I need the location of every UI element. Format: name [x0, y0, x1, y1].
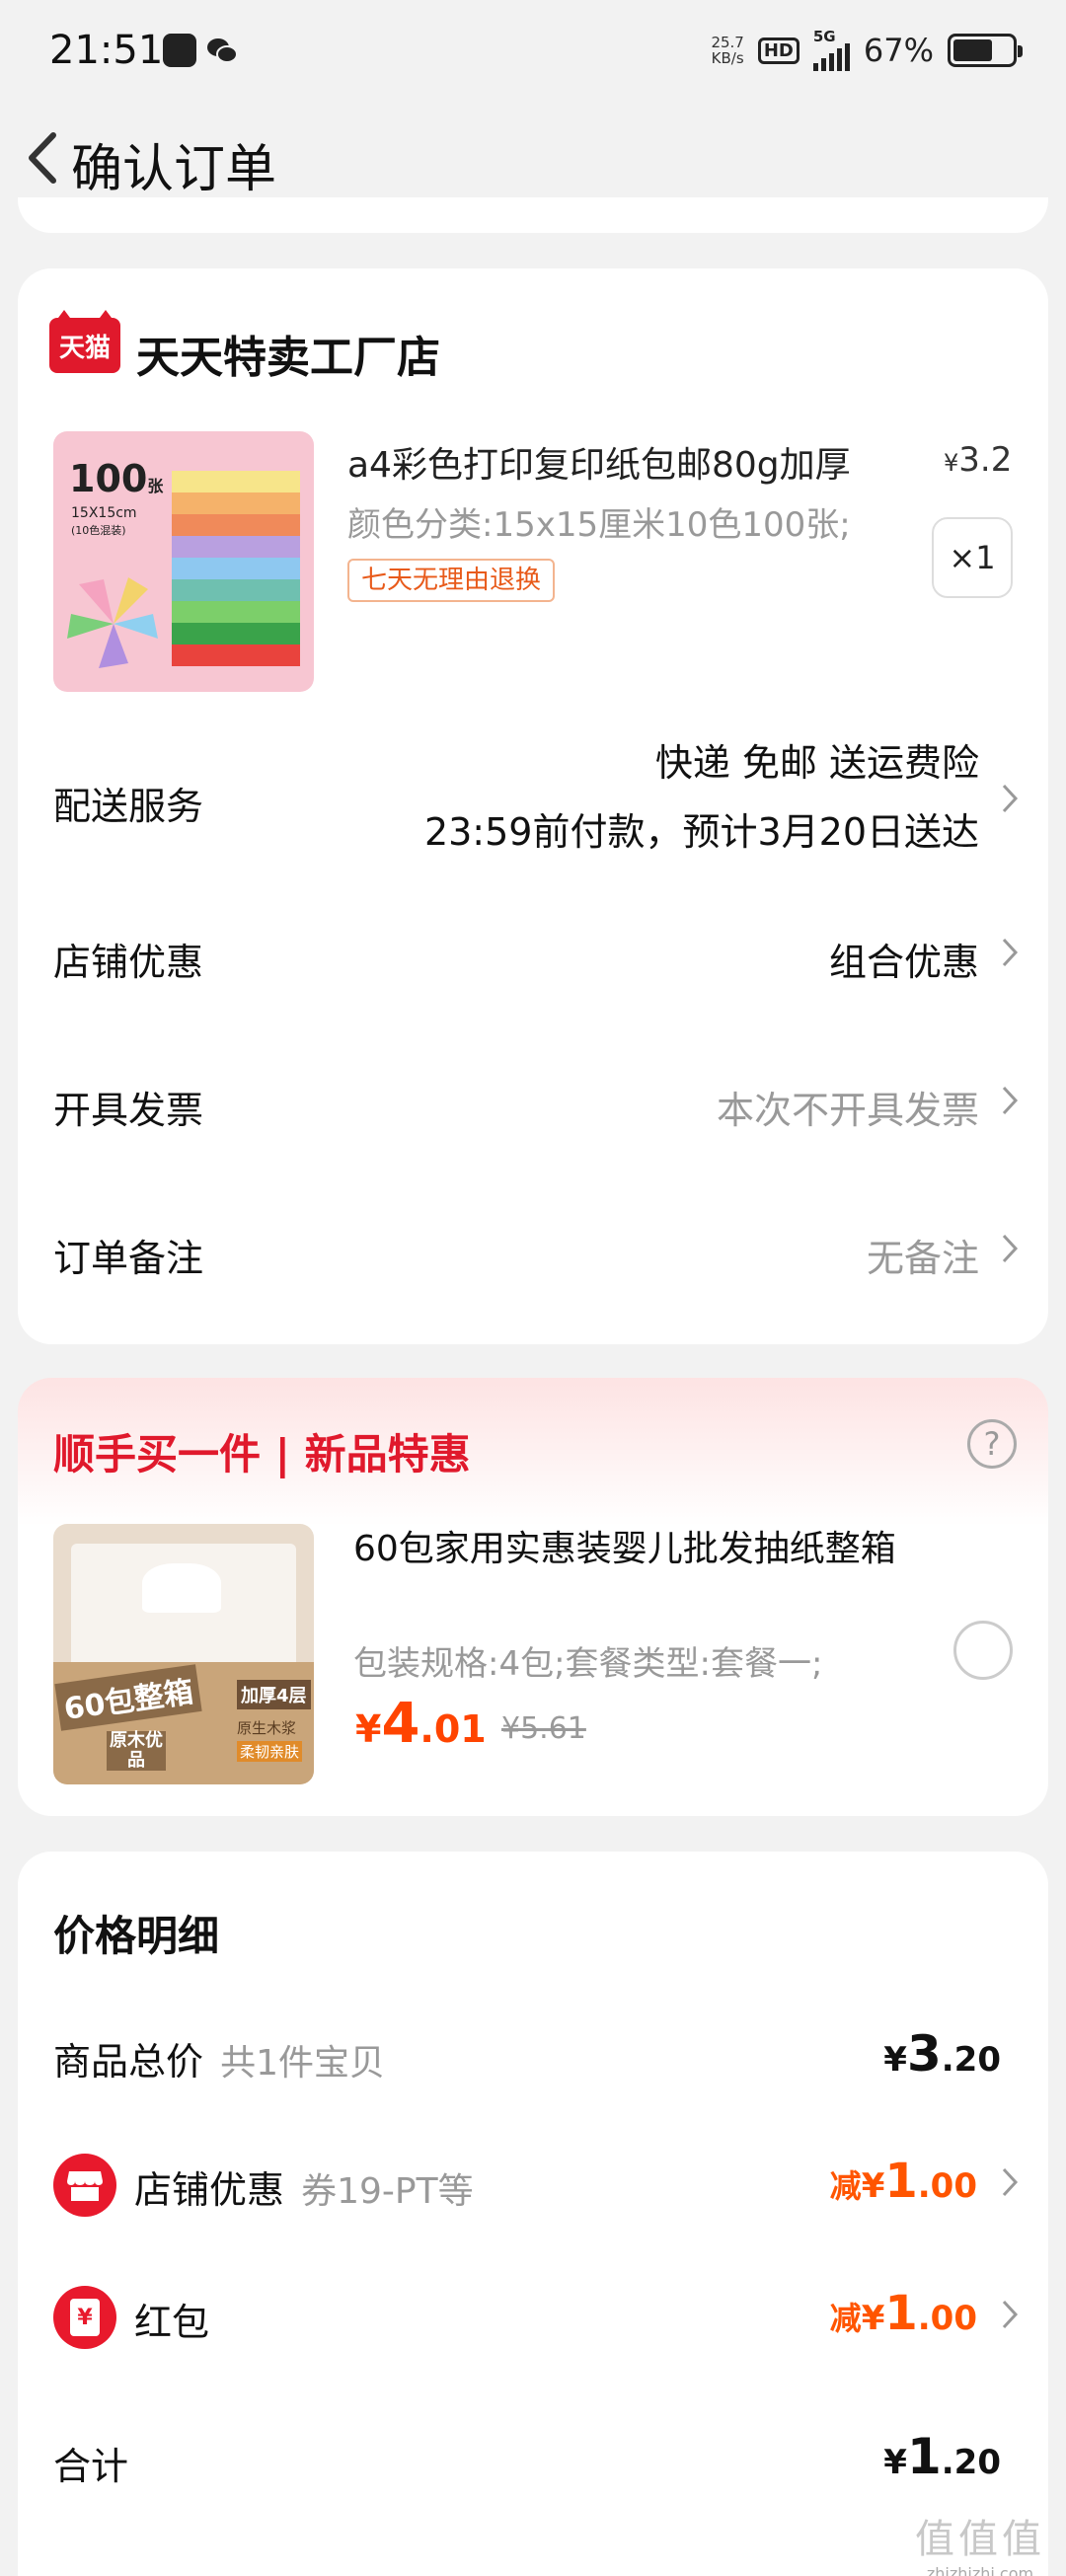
- red-packet-row[interactable]: 红包: [134, 2292, 209, 2346]
- delivery-line-2: 23:59前付款，预计3月20日送达: [423, 810, 979, 854]
- price-detail-title: 价格明细: [53, 1912, 220, 1960]
- store-order-card: 天猫 天天特卖工厂店 100张 15X15cm (10色混装) a4彩色打印复印纸…: [18, 268, 1048, 1344]
- gallery-notification-icon: [163, 34, 196, 67]
- product-image-paper[interactable]: 100张 15X15cm (10色混装): [53, 431, 314, 692]
- quantity-button[interactable]: ×1: [932, 517, 1013, 598]
- hd-badge: HD: [757, 37, 800, 64]
- status-time: 21:51: [49, 28, 164, 73]
- invoice-label: 开具发票: [53, 1089, 204, 1132]
- red-packet-icon: ¥: [53, 2286, 116, 2349]
- shop-discount-value[interactable]: 组合优惠: [829, 932, 979, 986]
- status-right-group: 25.7 KB/s HD 5G 67%: [711, 30, 1023, 71]
- battery-icon: [948, 34, 1023, 67]
- select-radio[interactable]: [953, 1621, 1013, 1680]
- promo-original-price: ¥5.61: [501, 1711, 586, 1746]
- goods-total-row: 商品总价 共1件宝贝: [53, 2040, 386, 2084]
- store-name[interactable]: 天天特卖工厂店: [136, 322, 440, 385]
- remark-value[interactable]: 无备注: [867, 1228, 979, 1282]
- page-header: 确认订单: [0, 104, 1066, 212]
- promo-product-price: ¥4.01: [355, 1692, 487, 1756]
- chevron-right-icon[interactable]: [999, 1084, 1021, 1117]
- shop-discount-amount: 减¥1.00: [829, 2154, 977, 2209]
- goods-total-amount: ¥3.20: [883, 2025, 1001, 2083]
- price-detail-card: 价格明细 商品总价 共1件宝贝 ¥3.20 店铺优惠 券19-PT等 减¥1.0…: [18, 1852, 1048, 2576]
- origami-flower-icon: [67, 577, 158, 668]
- chevron-right-icon[interactable]: [999, 1232, 1021, 1265]
- total-row: 合计: [53, 2445, 129, 2488]
- product-image-tissue[interactable]: 60包整箱 加厚4层 原木优品 原生木浆 柔韧亲肤: [53, 1524, 314, 1784]
- page-title: 确认订单: [71, 140, 277, 199]
- battery-percent: 67%: [863, 32, 934, 69]
- chevron-right-icon[interactable]: [999, 2165, 1021, 2199]
- red-packet-amount: 减¥1.00: [829, 2286, 977, 2341]
- promo-title: 顺手买一件 | 新品特惠: [53, 1430, 471, 1478]
- remark-label: 订单备注: [53, 1237, 204, 1280]
- add-on-promo-card: 顺手买一件 | 新品特惠 ? 60包整箱 加厚4层 原木优品 原生木浆 柔韧亲肤…: [18, 1378, 1048, 1816]
- site-watermark: 值值值 zhizhizhi.com: [915, 2517, 1045, 2576]
- promo-product-spec[interactable]: 包装规格:4包;套餐类型:套餐一;: [353, 1636, 936, 1685]
- signal-icon: 5G: [812, 30, 850, 71]
- chevron-right-icon[interactable]: [999, 782, 1021, 815]
- total-amount: ¥1.20: [883, 2428, 1001, 2485]
- help-icon[interactable]: ?: [967, 1419, 1017, 1469]
- shop-discount-row[interactable]: 店铺优惠 券19-PT等: [134, 2159, 474, 2214]
- delivery-line-1: 快递 免邮 送运费险: [654, 741, 979, 785]
- address-card-bottom: [18, 197, 1048, 233]
- tmall-logo: 天猫: [49, 310, 120, 373]
- product-title[interactable]: a4彩色打印复印纸包邮80g加厚: [347, 436, 920, 488]
- delivery-label: 配送服务: [53, 785, 204, 828]
- chevron-left-icon[interactable]: [18, 125, 73, 190]
- product-spec[interactable]: 颜色分类:15x15厘米10色100张;: [347, 497, 920, 546]
- status-bar: 21:51 25.7 KB/s HD 5G 67%: [0, 0, 1066, 104]
- return-policy-tag: 七天无理由退换: [347, 559, 556, 602]
- shop-discount-label: 店铺优惠: [53, 941, 204, 984]
- promo-product-title[interactable]: 60包家用实惠装婴儿批发抽纸整箱: [353, 1526, 936, 1573]
- net-speed: 25.7 KB/s: [711, 34, 744, 67]
- invoice-value[interactable]: 本次不开具发票: [717, 1080, 979, 1134]
- chevron-right-icon[interactable]: [999, 2298, 1021, 2331]
- product-price: ¥3.2: [944, 440, 1013, 480]
- chevron-right-icon[interactable]: [999, 936, 1021, 969]
- wechat-icon: [205, 34, 239, 67]
- store-icon: [53, 2154, 116, 2217]
